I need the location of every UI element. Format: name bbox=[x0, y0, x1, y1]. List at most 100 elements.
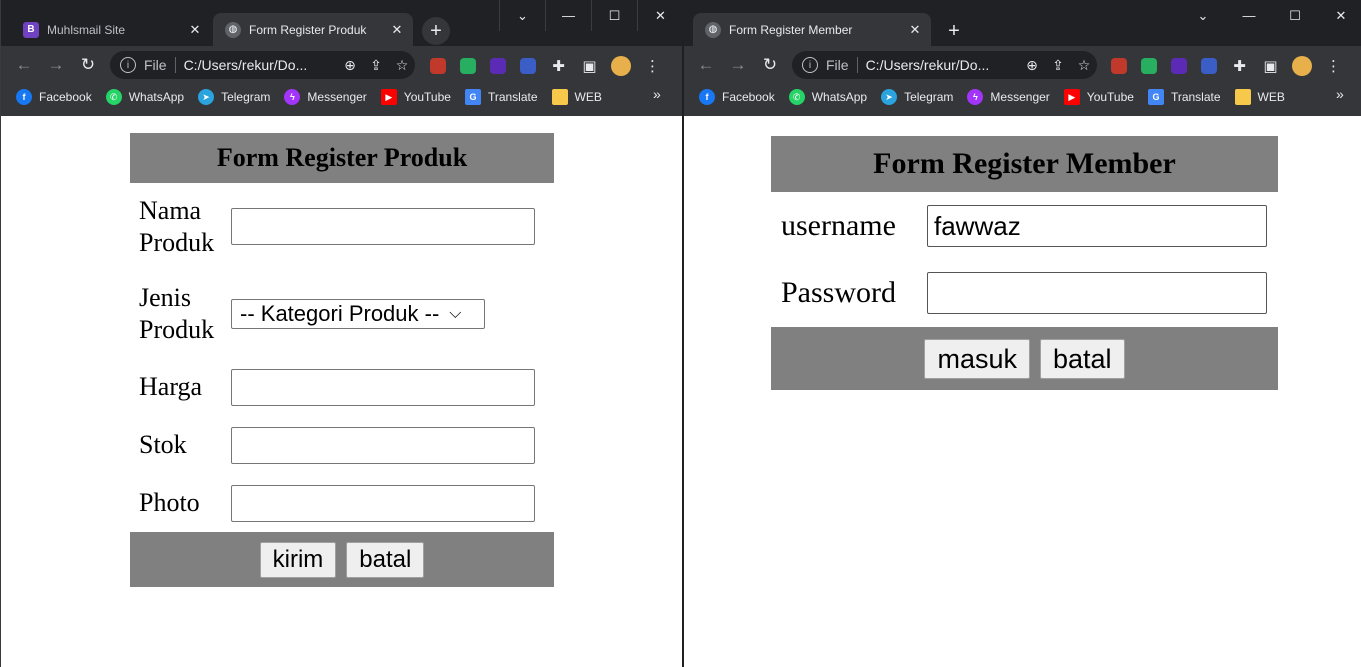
right-browser-window: ◍ Form Register Member ✕ + ⌄ — ☐ ✕ ← → ↻… bbox=[684, 0, 1361, 667]
forward-icon[interactable]: → bbox=[43, 52, 69, 78]
reload-icon[interactable]: ↻ bbox=[75, 52, 101, 78]
browser-chrome: ◍ Form Register Member ✕ + ⌄ — ☐ ✕ ← → ↻… bbox=[684, 0, 1361, 116]
telegram-icon: ➤ bbox=[881, 89, 898, 105]
share-icon[interactable]: ⇪ bbox=[363, 57, 389, 74]
extension-icon[interactable] bbox=[430, 58, 446, 74]
url-text: C:/Users/rekur/Do... bbox=[183, 57, 308, 73]
member-form: Form Register Member username fawwaz Pas… bbox=[771, 136, 1278, 390]
left-browser-window: B Muhlsmail Site ✕ ◍ Form Register Produ… bbox=[0, 0, 683, 667]
extension-icon[interactable] bbox=[1111, 58, 1127, 74]
new-tab-button[interactable]: + bbox=[940, 17, 968, 45]
username-input[interactable]: fawwaz bbox=[927, 204, 1267, 247]
bookmark-label: Messenger bbox=[307, 90, 367, 104]
batal-button[interactable]: batal bbox=[346, 541, 425, 578]
jenis-produk-label: Jenis Produk bbox=[139, 283, 215, 344]
url-scheme: File bbox=[144, 57, 167, 73]
reload-icon[interactable]: ↻ bbox=[757, 52, 783, 78]
bookmark-label: WhatsApp bbox=[811, 90, 868, 104]
bookmark-youtube[interactable]: ▶ YouTube bbox=[380, 89, 451, 105]
youtube-icon: ▶ bbox=[1063, 89, 1080, 105]
bookmark-telegram[interactable]: ➤ Telegram bbox=[198, 89, 270, 105]
bookmark-label: Telegram bbox=[904, 90, 954, 104]
tab-search-icon[interactable]: ⌄ bbox=[1180, 0, 1226, 31]
bookmark-messenger[interactable]: ϟ Messenger bbox=[967, 89, 1050, 105]
kirim-button[interactable]: kirim bbox=[259, 541, 337, 578]
bootstrap-favicon-icon: B bbox=[23, 21, 39, 38]
tab-title: Form Register Member bbox=[729, 22, 853, 37]
back-icon[interactable]: ← bbox=[11, 52, 37, 78]
bookmark-label: WEB bbox=[1257, 90, 1285, 104]
masuk-button[interactable]: masuk bbox=[924, 338, 1030, 379]
tab-strip: ◍ Form Register Member ✕ + ⌄ — ☐ ✕ bbox=[684, 0, 1361, 46]
more-bookmarks-icon[interactable]: » bbox=[653, 86, 661, 102]
extension-icon[interactable] bbox=[1171, 58, 1187, 74]
bookmark-folder-web[interactable]: WEB bbox=[1234, 89, 1285, 105]
back-icon[interactable]: ← bbox=[693, 52, 719, 78]
tab-search-icon[interactable]: ⌄ bbox=[499, 0, 545, 31]
divider bbox=[856, 57, 858, 73]
profile-avatar[interactable] bbox=[1292, 56, 1312, 76]
maximize-icon[interactable]: ☐ bbox=[591, 0, 637, 31]
extension-icon[interactable] bbox=[460, 58, 476, 74]
close-window-icon[interactable]: ✕ bbox=[1318, 0, 1361, 31]
window-controls: ⌄ — ☐ ✕ bbox=[499, 0, 683, 31]
kategori-produk-select[interactable]: -- Kategori Produk -- ⌵ bbox=[231, 299, 485, 329]
tab-form-register-produk[interactable]: ◍ Form Register Produk ✕ bbox=[213, 13, 413, 46]
bookmark-folder-web[interactable]: WEB bbox=[551, 89, 602, 105]
share-icon[interactable]: ⇪ bbox=[1045, 57, 1071, 74]
new-tab-button[interactable]: + bbox=[422, 17, 450, 45]
extension-icon[interactable] bbox=[520, 58, 536, 74]
bookmark-whatsapp[interactable]: ✆ WhatsApp bbox=[788, 89, 868, 105]
address-bar[interactable]: i File C:/Users/rekur/Do... ⊕ ⇪ ☆ bbox=[110, 51, 415, 79]
close-tab-icon[interactable]: ✕ bbox=[389, 22, 405, 38]
form-title: Form Register Member bbox=[771, 136, 1278, 192]
menu-kebab-icon[interactable]: ⋮ bbox=[1318, 57, 1349, 75]
more-bookmarks-icon[interactable]: » bbox=[1336, 86, 1344, 102]
bookmark-facebook[interactable]: f Facebook bbox=[699, 89, 775, 105]
tab-muhlsmail-site[interactable]: B Muhlsmail Site ✕ bbox=[11, 13, 211, 46]
extension-icon[interactable] bbox=[490, 58, 506, 74]
zoom-icon[interactable]: ⊕ bbox=[1019, 57, 1045, 74]
menu-kebab-icon[interactable]: ⋮ bbox=[637, 57, 668, 75]
photo-input[interactable] bbox=[231, 484, 535, 522]
forward-icon[interactable]: → bbox=[725, 52, 751, 78]
bookmark-translate[interactable]: G Translate bbox=[464, 89, 538, 105]
profile-avatar[interactable] bbox=[611, 56, 631, 76]
close-tab-icon[interactable]: ✕ bbox=[907, 22, 923, 38]
side-panel-icon[interactable]: ▣ bbox=[1255, 57, 1286, 75]
bookmark-facebook[interactable]: f Facebook bbox=[16, 89, 92, 105]
side-panel-icon[interactable]: ▣ bbox=[574, 57, 605, 75]
minimize-icon[interactable]: — bbox=[545, 0, 591, 31]
harga-input[interactable] bbox=[231, 368, 535, 406]
address-bar[interactable]: i File C:/Users/rekur/Do... ⊕ ⇪ ☆ bbox=[792, 51, 1097, 79]
site-info-icon[interactable]: i bbox=[802, 57, 818, 73]
bookmark-label: YouTube bbox=[1086, 90, 1134, 104]
stok-input[interactable] bbox=[231, 426, 535, 464]
extension-icon[interactable] bbox=[1201, 58, 1217, 74]
batal-button[interactable]: batal bbox=[1039, 338, 1125, 379]
bookmark-youtube[interactable]: ▶ YouTube bbox=[1063, 89, 1134, 105]
site-info-icon[interactable]: i bbox=[120, 57, 136, 73]
extensions-puzzle-icon[interactable]: ✚ bbox=[543, 57, 574, 75]
nama-produk-input[interactable] bbox=[231, 208, 535, 245]
zoom-icon[interactable]: ⊕ bbox=[337, 57, 363, 74]
minimize-icon[interactable]: — bbox=[1226, 0, 1272, 31]
extension-icon[interactable] bbox=[1141, 58, 1157, 74]
bookmark-translate[interactable]: G Translate bbox=[1147, 89, 1221, 105]
toolbar: ← → ↻ i File C:/Users/rekur/Do... ⊕ ⇪ ☆ … bbox=[684, 46, 1361, 84]
tab-form-register-member[interactable]: ◍ Form Register Member ✕ bbox=[693, 13, 931, 46]
password-input[interactable] bbox=[927, 272, 1267, 314]
whatsapp-icon: ✆ bbox=[105, 89, 122, 105]
youtube-icon: ▶ bbox=[380, 89, 397, 105]
maximize-icon[interactable]: ☐ bbox=[1272, 0, 1318, 31]
photo-label: Photo bbox=[139, 488, 200, 517]
facebook-icon: f bbox=[699, 89, 715, 105]
bookmark-messenger[interactable]: ϟ Messenger bbox=[284, 89, 367, 105]
close-window-icon[interactable]: ✕ bbox=[637, 0, 683, 31]
extensions-puzzle-icon[interactable]: ✚ bbox=[1224, 57, 1255, 75]
bookmark-star-icon[interactable]: ☆ bbox=[389, 57, 415, 74]
bookmark-telegram[interactable]: ➤ Telegram bbox=[881, 89, 953, 105]
bookmark-star-icon[interactable]: ☆ bbox=[1071, 57, 1097, 74]
bookmark-whatsapp[interactable]: ✆ WhatsApp bbox=[105, 89, 184, 105]
close-tab-icon[interactable]: ✕ bbox=[187, 22, 203, 38]
